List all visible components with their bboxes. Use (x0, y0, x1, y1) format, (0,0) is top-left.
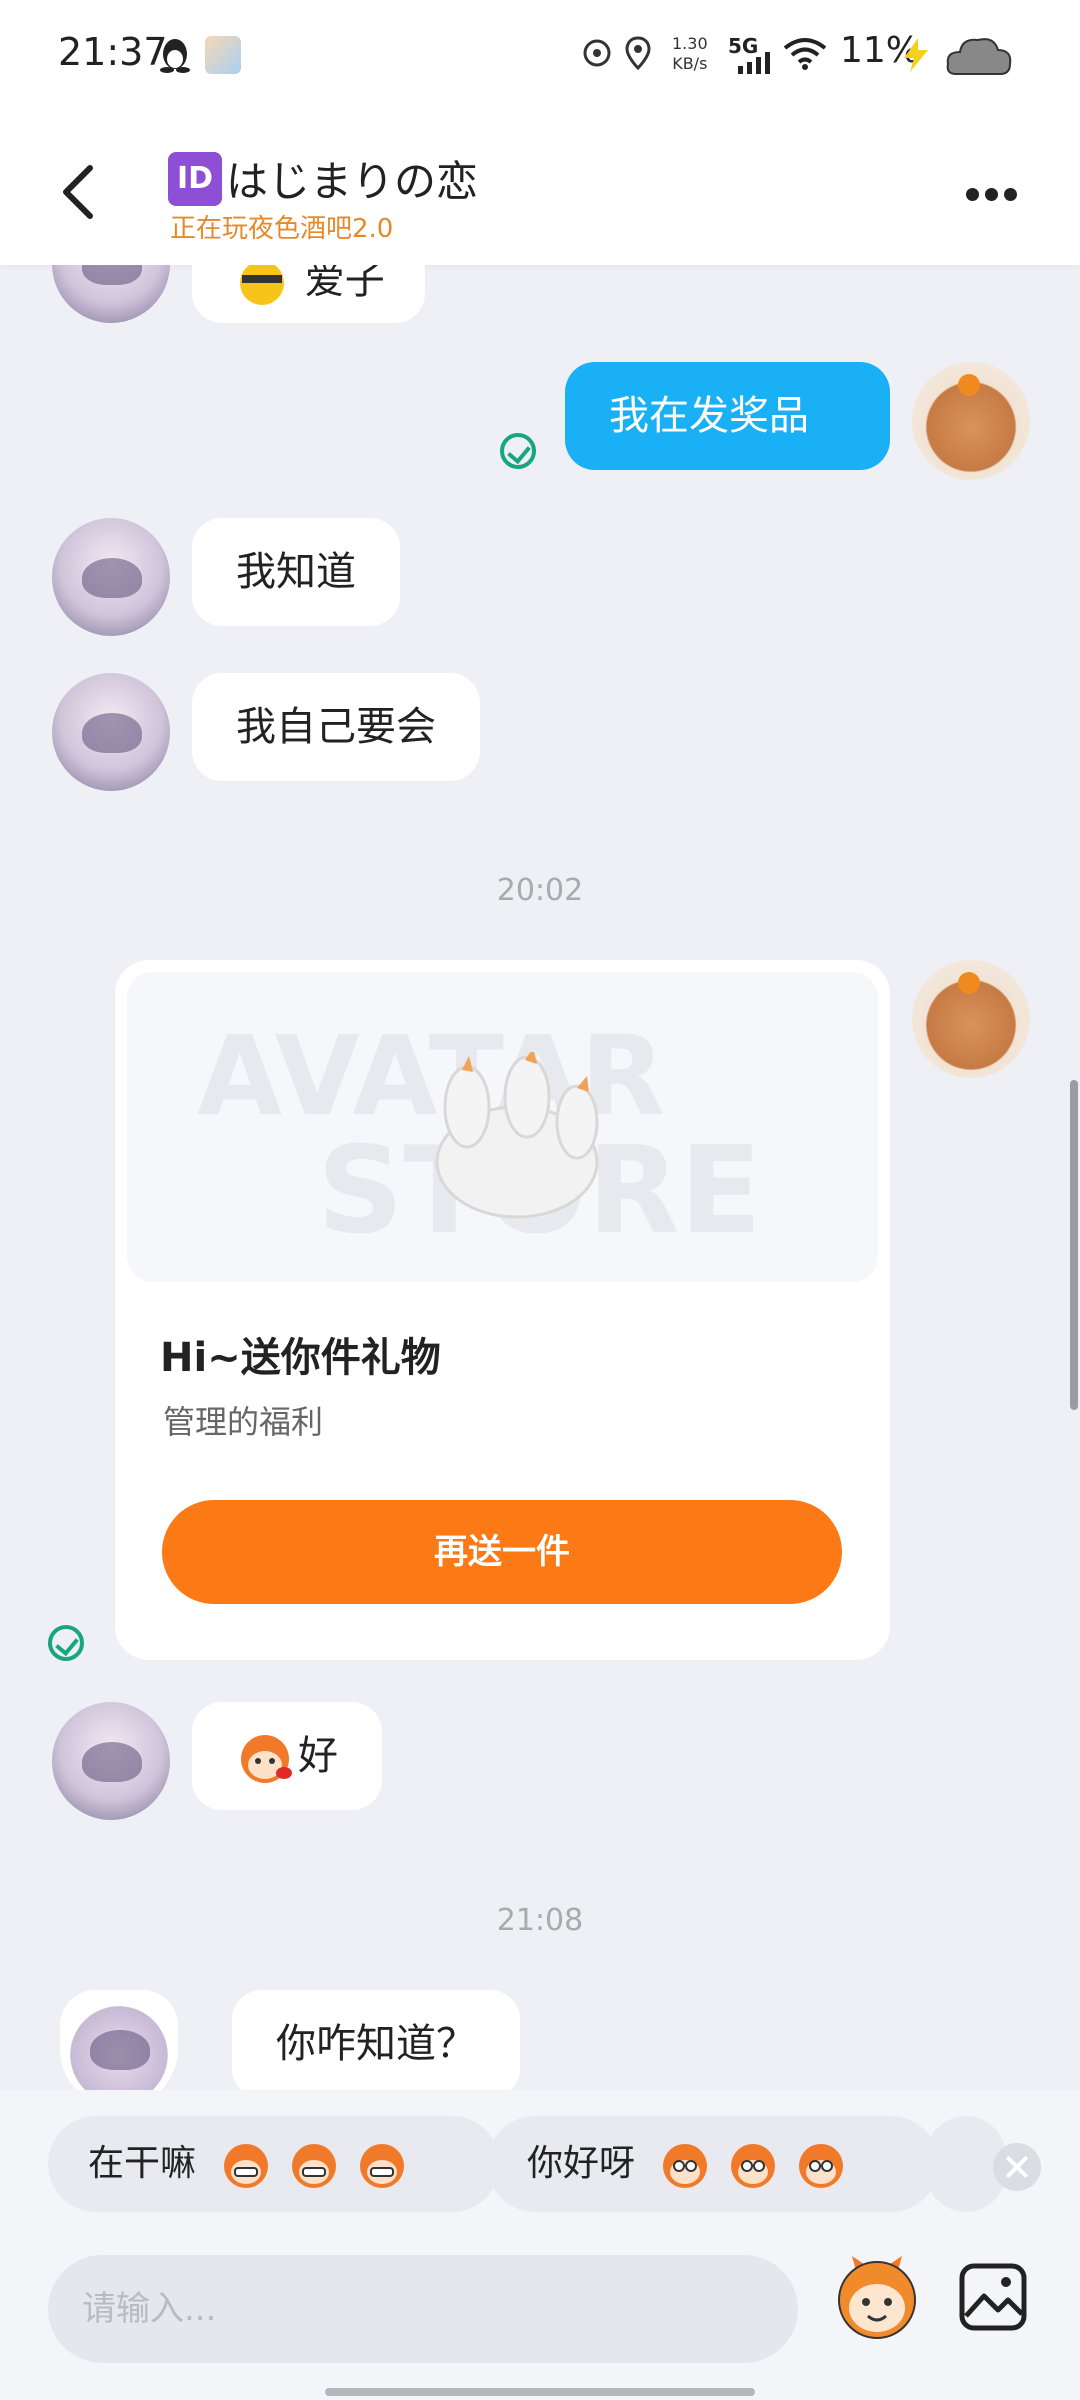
message-input[interactable] (48, 2255, 798, 2363)
send-another-gift-button[interactable]: 再送一件 (162, 1500, 842, 1604)
contact-avatar[interactable] (52, 265, 170, 323)
message-text: 你咋知道？ (276, 2021, 476, 2067)
message-input-bar (0, 2240, 1080, 2400)
monkey-emoji-icon (241, 1735, 292, 1783)
wifi-icon (783, 38, 827, 70)
image-picker-icon[interactable] (958, 2262, 1028, 2332)
message-timestamp: 20:02 (496, 873, 584, 908)
message-bubble[interactable]: 好 (192, 1702, 382, 1810)
monkey-wave-emoji-icon (663, 2144, 708, 2188)
message-text: 我知道 (236, 549, 356, 595)
sunglasses-emoji-icon (240, 265, 284, 305)
id-badge-icon: ID (168, 151, 222, 206)
quick-reply-chip[interactable]: 你好呀 (487, 2116, 939, 2212)
claw-gift-icon (435, 1052, 599, 1219)
chat-scrollbar[interactable] (1070, 1080, 1078, 1410)
message-text: 好 (298, 1733, 338, 1779)
quick-reply-bar: 在干嘛 你好呀 (0, 2090, 1080, 2240)
read-check-icon (500, 433, 536, 469)
contact-activity-status: 正在玩夜色酒吧2.0 (170, 214, 394, 244)
my-avatar[interactable] (912, 362, 1030, 480)
monkey-wave-emoji-icon (731, 2144, 776, 2188)
gift-card[interactable]: AVATAR STORE Hi~送你件礼物 管理的福利 再送一件 (115, 960, 890, 1660)
message-text: 我自己要会 (236, 704, 436, 750)
battery-cloud-icon (946, 38, 1012, 75)
monkey-grin-emoji-icon (224, 2144, 269, 2188)
charging-bolt-icon (904, 38, 928, 72)
my-avatar[interactable] (912, 960, 1030, 1078)
monkey-grin-emoji-icon (360, 2144, 405, 2188)
message-list[interactable]: 爱子 我在发奖品 我知道 我自己要会 20:02 AVATAR STORE (0, 265, 1080, 2090)
location-icon (625, 36, 651, 70)
back-arrow-icon[interactable] (58, 162, 98, 222)
emoji-sticker-button-icon[interactable] (832, 2252, 922, 2342)
quick-reply-chip[interactable]: 在干嘛 (48, 2116, 500, 2212)
net-speed-unit: KB/s (672, 54, 708, 73)
contact-title[interactable]: ID はじまりの恋 (168, 148, 478, 209)
message-bubble-outgoing[interactable]: 我在发奖品 (565, 362, 890, 470)
quick-reply-label: 在干嘛 (88, 2143, 197, 2184)
signal-icon (738, 52, 770, 74)
gift-title: Hi~送你件礼物 (160, 1335, 441, 1381)
contact-avatar[interactable] (52, 1702, 170, 1820)
quick-reply-label: 你好呀 (527, 2143, 636, 2184)
qq-penguin-icon (160, 39, 190, 73)
gift-subtitle: 管理的福利 (163, 1403, 324, 1441)
chat-header: ID はじまりの恋 正在玩夜色酒吧2.0 (0, 110, 1080, 265)
message-bubble[interactable]: 爱子 (192, 265, 425, 323)
contact-avatar[interactable] (52, 673, 170, 791)
app-notification-icon (205, 36, 241, 74)
monkey-grin-emoji-icon (292, 2144, 337, 2188)
status-bar: 21:37 1.30 KB/s 5G 11% (0, 0, 1080, 110)
message-timestamp: 21:08 (496, 1903, 584, 1938)
alarm-icon (583, 39, 611, 67)
contact-avatar-cat-ears[interactable] (60, 1990, 178, 2090)
monkey-wave-emoji-icon (799, 2144, 844, 2188)
message-text: 我在发奖品 (609, 393, 809, 439)
read-check-icon (48, 1625, 84, 1661)
network-speed: 1.30 KB/s (672, 34, 708, 74)
message-bubble[interactable]: 我知道 (192, 518, 400, 626)
gift-image: AVATAR STORE (127, 972, 878, 1282)
message-bubble[interactable]: 我自己要会 (192, 673, 480, 781)
more-options-icon[interactable] (966, 186, 1026, 202)
home-indicator[interactable] (325, 2388, 755, 2396)
contact-avatar[interactable] (52, 518, 170, 636)
status-time: 21:37 (58, 30, 168, 74)
net-speed-value: 1.30 (672, 34, 708, 53)
message-text: 爱子 (304, 265, 385, 303)
message-bubble[interactable]: 你咋知道？ (232, 1990, 520, 2090)
close-quick-replies-icon[interactable] (993, 2143, 1041, 2191)
contact-name: はじまりの恋 (226, 157, 479, 206)
